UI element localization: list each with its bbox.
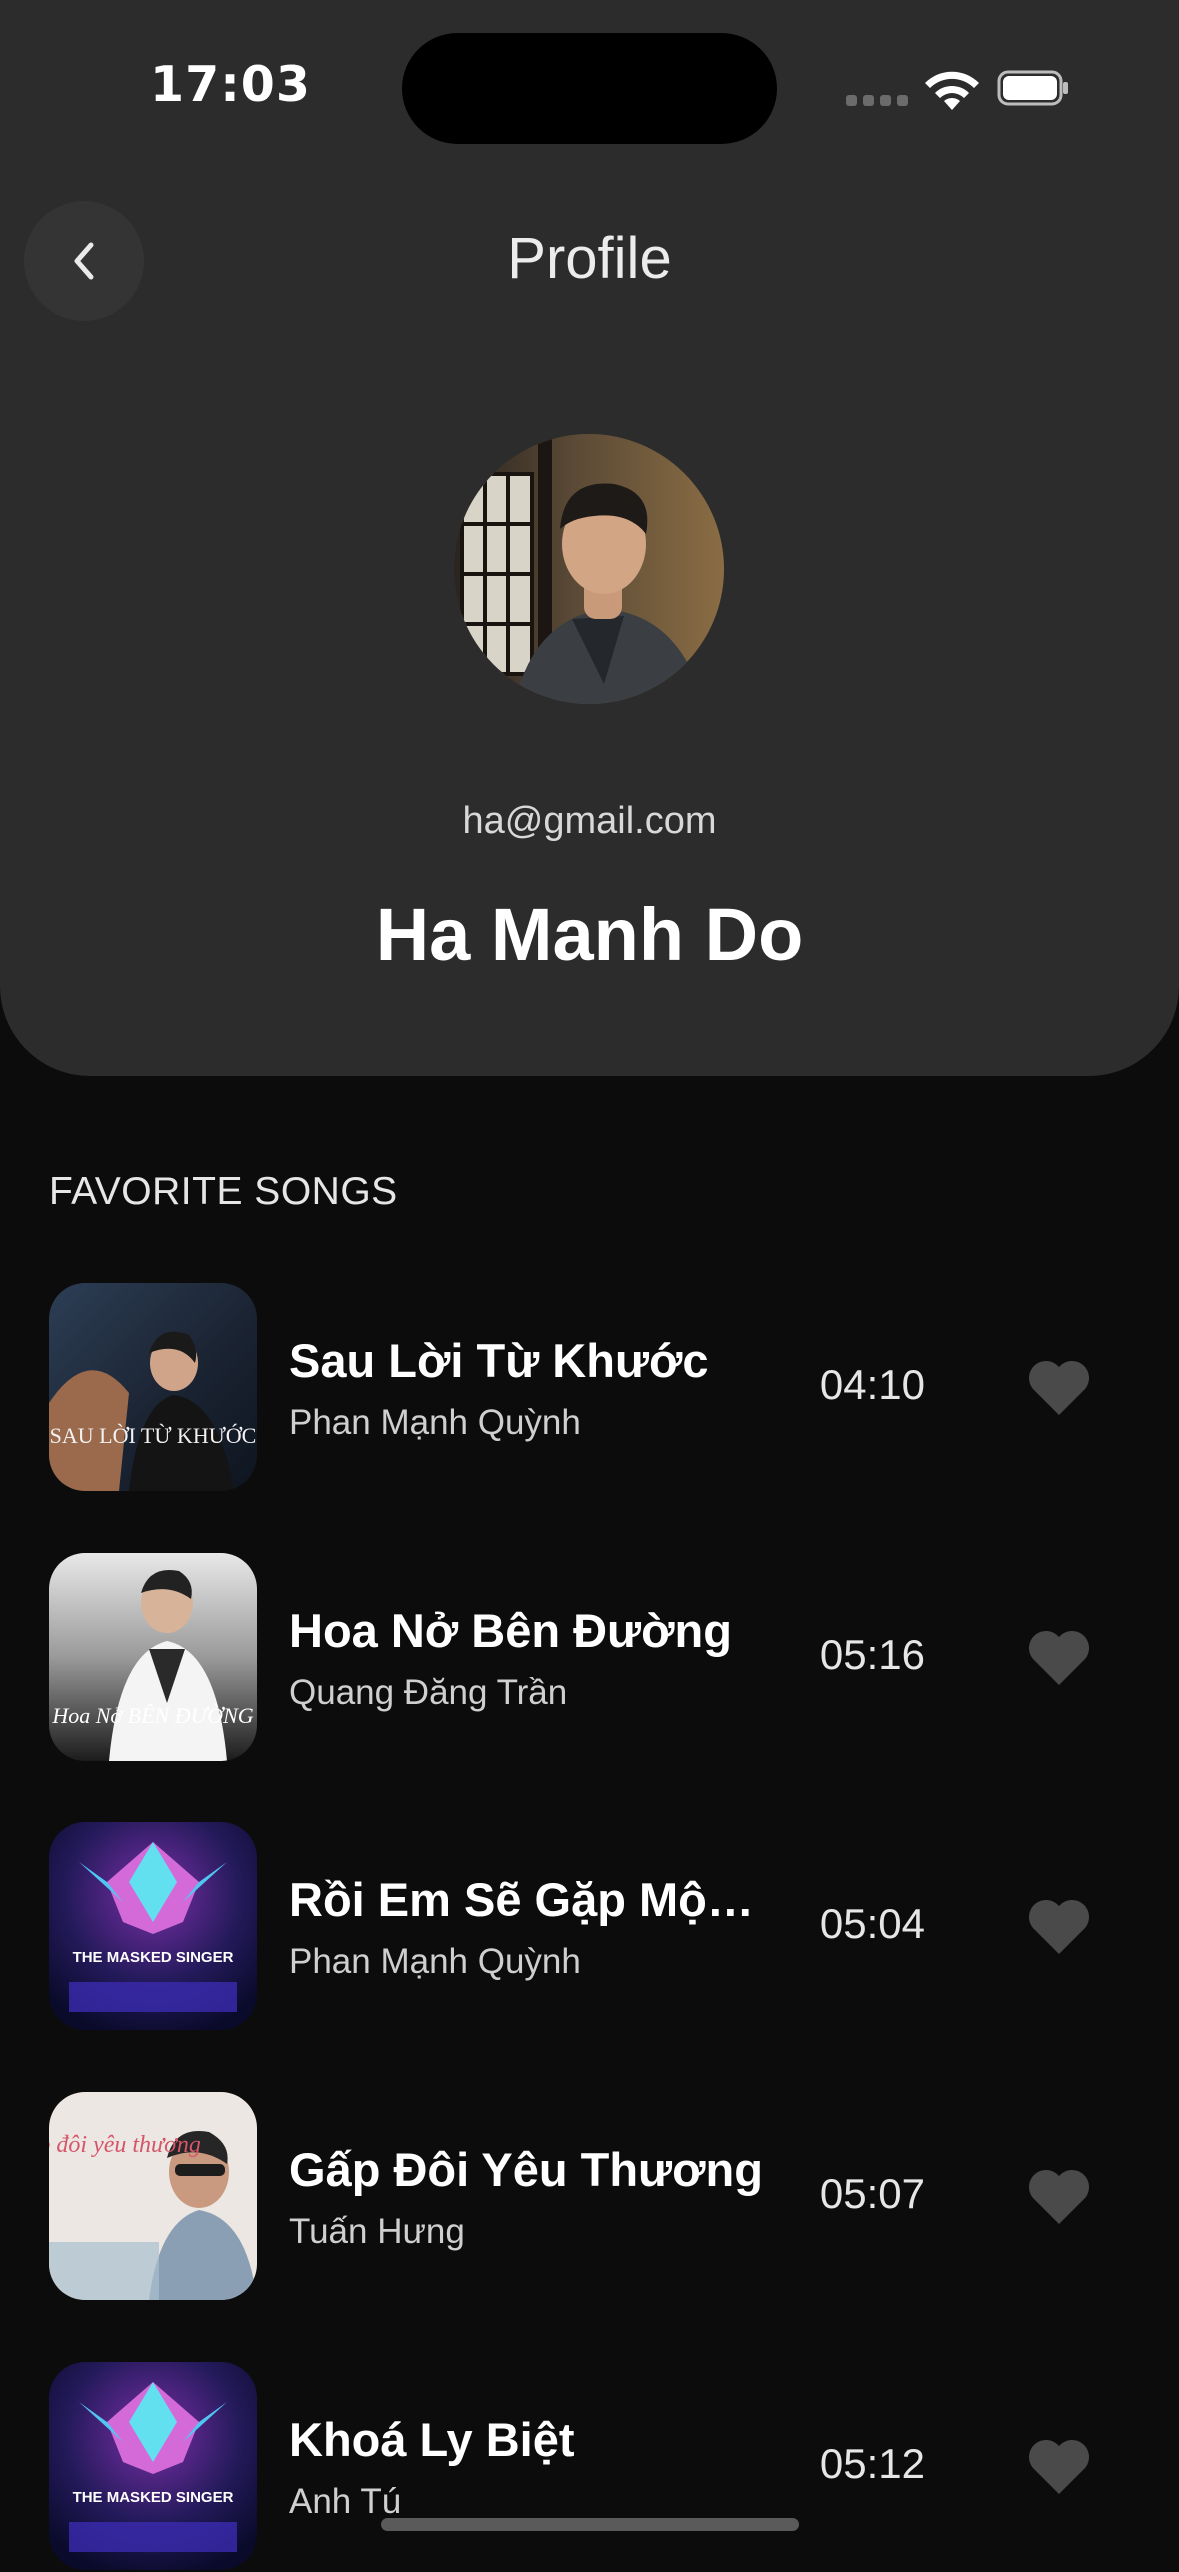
dynamic-island	[402, 33, 777, 144]
album-art: THE MASKED SINGER	[49, 2362, 257, 2570]
home-indicator[interactable]	[381, 2518, 799, 2531]
song-row[interactable]: Gấp đôi yêu thương Gấp Đôi Yêu Thương Tu…	[0, 2092, 1179, 2302]
song-duration: 05:16	[819, 1631, 925, 1678]
heart-icon[interactable]	[1026, 1357, 1092, 1417]
song-duration: 05:07	[819, 2170, 925, 2217]
song-artist: Quang Đăng Trần	[289, 1673, 568, 1712]
song-artist: Anh Tú	[289, 2482, 402, 2521]
song-title: Rồi Em Sẽ Gặp Một ...	[289, 1873, 769, 1926]
song-artist: Phan Mạnh Quỳnh	[289, 1403, 581, 1442]
song-row[interactable]: THE MASKED SINGER Khoá Ly Biệt Anh Tú 05…	[0, 2362, 1179, 2572]
album-art: SAU LỜI TỪ KHƯỚC	[49, 1283, 257, 1491]
song-title: Gấp Đôi Yêu Thương	[289, 2143, 763, 2196]
song-duration: 05:04	[819, 1900, 925, 1947]
song-duration: 04:10	[819, 1361, 925, 1408]
song-artist: Tuấn Hưng	[289, 2212, 465, 2251]
song-title: Hoa Nở Bên Đường	[289, 1604, 732, 1657]
album-art-text: SAU LỜI TỪ KHƯỚC	[50, 1423, 257, 1448]
album-art-text: THE MASKED SINGER	[73, 1949, 234, 1966]
avatar[interactable]	[454, 434, 724, 704]
song-artist: Phan Mạnh Quỳnh	[289, 1942, 581, 1981]
battery-icon	[997, 70, 1068, 106]
album-art-text: THE MASKED SINGER	[73, 2489, 234, 2506]
album-art: THE MASKED SINGER	[49, 1822, 257, 2030]
heart-icon[interactable]	[1026, 2436, 1092, 2496]
album-art-text: Hoa Nở BÊN ĐƯỜNG	[51, 1703, 253, 1728]
album-art: Gấp đôi yêu thương	[49, 2092, 257, 2300]
profile-email: ha@gmail.com	[462, 800, 717, 842]
album-art: Hoa Nở BÊN ĐƯỜNG	[49, 1553, 257, 1761]
song-duration: 05:12	[819, 2440, 925, 2487]
album-art-text: Gấp đôi yêu thương	[49, 2132, 201, 2158]
page-title: Profile	[507, 226, 672, 291]
profile-name: Ha Manh Do	[375, 893, 804, 976]
heart-icon[interactable]	[1026, 1896, 1092, 1956]
status-time: 17:03	[150, 56, 311, 113]
song-row[interactable]: THE MASKED SINGER Rồi Em Sẽ Gặp Một ... …	[0, 1822, 1179, 2032]
song-row[interactable]: SAU LỜI TỪ KHƯỚC Sau Lời Từ Khước Phan M…	[0, 1283, 1179, 1493]
wifi-icon	[925, 71, 979, 110]
song-title: Khoá Ly Biệt	[289, 2413, 575, 2466]
section-title: FAVORITE SONGS	[49, 1170, 398, 1213]
heart-icon[interactable]	[1026, 1627, 1092, 1687]
song-row[interactable]: Hoa Nở BÊN ĐƯỜNG Hoa Nở Bên Đường Quang …	[0, 1553, 1179, 1763]
cellular-signal-icon	[846, 95, 908, 106]
song-title: Sau Lời Từ Khước	[289, 1334, 709, 1387]
heart-icon[interactable]	[1026, 2166, 1092, 2226]
